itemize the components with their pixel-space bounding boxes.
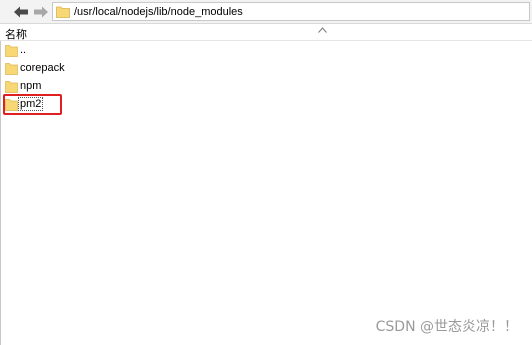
- file-row-npm[interactable]: npm: [5, 78, 305, 95]
- file-name: npm: [20, 80, 42, 92]
- forward-arrow-icon[interactable]: [33, 4, 49, 20]
- red-highlight-box: [3, 94, 62, 115]
- back-arrow-icon[interactable]: [13, 4, 29, 20]
- file-name: corepack: [20, 62, 65, 74]
- folder-icon: [5, 80, 18, 93]
- folder-icon: [56, 5, 70, 18]
- sort-up-icon: [318, 24, 327, 33]
- watermark: CSDN @世态炎凉！！: [375, 319, 518, 335]
- file-row-parent[interactable]: ..: [5, 42, 305, 59]
- file-row-corepack[interactable]: corepack: [5, 60, 305, 77]
- pane-divider: [0, 41, 1, 345]
- folder-icon: [5, 44, 18, 57]
- address-bar[interactable]: /usr/local/nodejs/lib/node_modules: [52, 2, 530, 21]
- folder-icon: [5, 62, 18, 75]
- address-path: /usr/local/nodejs/lib/node_modules: [74, 6, 243, 18]
- column-header: 名称: [0, 24, 532, 41]
- toolbar: /usr/local/nodejs/lib/node_modules: [0, 0, 532, 24]
- file-name: ..: [20, 44, 27, 56]
- name-column-header[interactable]: 名称: [5, 26, 27, 42]
